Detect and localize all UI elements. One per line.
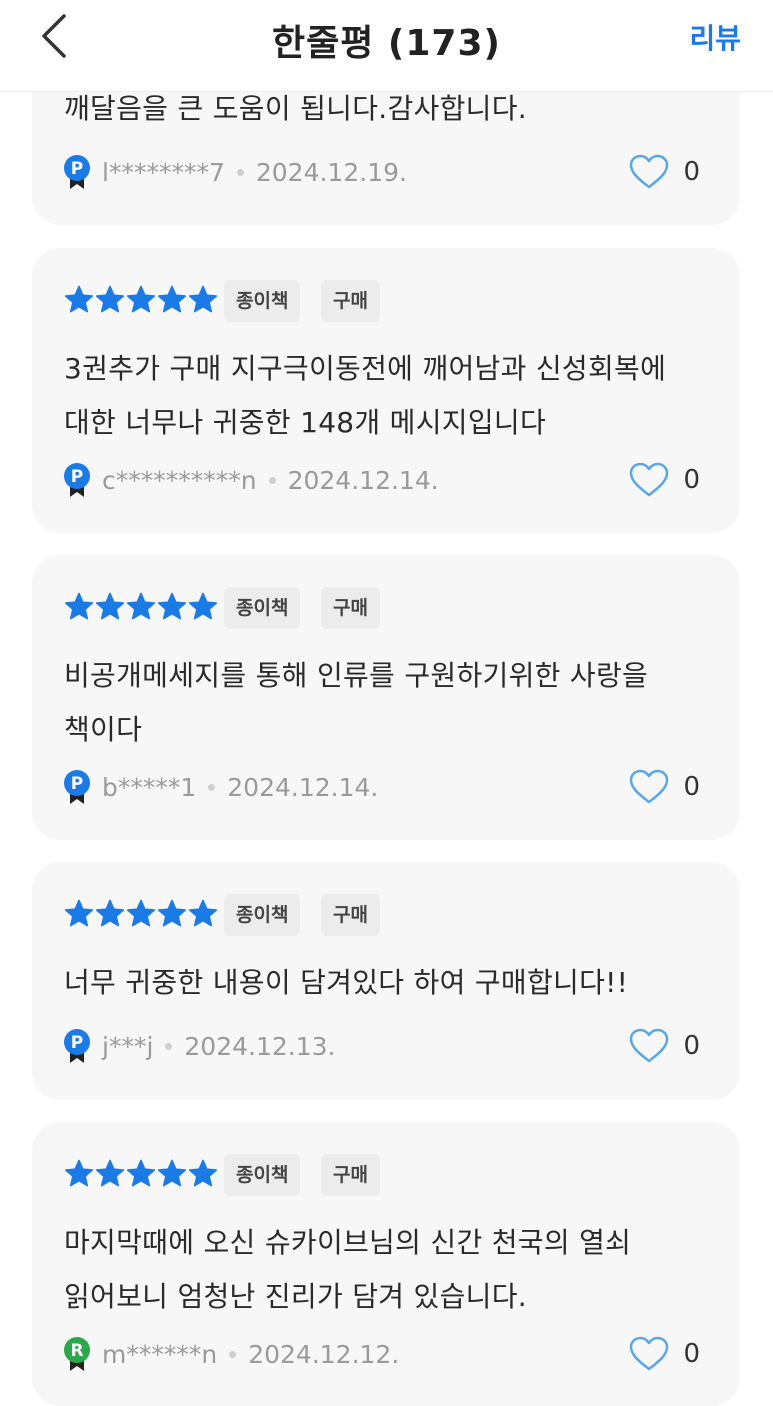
grade-badge-icon: P [64, 463, 90, 497]
like-count: 0 [683, 772, 700, 802]
star-icon [64, 1159, 94, 1187]
grade-badge-icon: P [64, 1029, 90, 1063]
star-icon [95, 285, 125, 313]
star-icon [126, 285, 156, 313]
review-meta: P c**********n 2024.12.14. [62, 462, 439, 498]
star-rating [64, 899, 218, 929]
review-meta: P b*****1 2024.12.14. [62, 769, 378, 805]
separator-dot [229, 1350, 237, 1358]
grade-badge-icon: R [64, 1337, 90, 1371]
separator-dot [165, 1042, 173, 1050]
review-date: 2024.12.14. [227, 772, 379, 802]
star-icon [188, 592, 218, 620]
grade-badge-icon: P [64, 155, 90, 189]
star-rating [64, 285, 218, 315]
review-date: 2024.12.13. [184, 1031, 336, 1061]
reviewer-id: j***j [102, 1031, 154, 1061]
purchase-tag: 구매 [321, 280, 380, 322]
review-tab-link[interactable]: 리뷰 [689, 17, 741, 57]
star-icon [157, 592, 187, 620]
star-icon [64, 899, 94, 927]
reviewer-id: l********7 [102, 157, 225, 187]
like-count: 0 [683, 465, 700, 495]
format-tag: 종이책 [224, 1154, 301, 1196]
star-icon [126, 592, 156, 620]
review-text: 너무 귀중한 내용이 담겨있다 하여 구매합니다!! [64, 966, 629, 999]
grade-badge-icon: P [64, 770, 90, 804]
top-app-bar: 한줄평 (173) 리뷰 [0, 0, 773, 92]
star-icon [95, 1159, 125, 1187]
star-icon [188, 899, 218, 927]
star-icon [157, 285, 187, 313]
like-button[interactable]: 0 [629, 769, 700, 805]
svg-text:P: P [71, 774, 83, 794]
review-text: 3권추가 구매 지구극이동전에 깨어남과 신성회복에 대한 너무나 귀중한 14… [64, 352, 667, 439]
star-icon [188, 1159, 218, 1187]
review-meta: P l********7 2024.12.19. [62, 154, 407, 190]
star-icon [157, 1159, 187, 1187]
svg-text:P: P [71, 1033, 83, 1053]
reviewer-id: b*****1 [102, 772, 197, 802]
format-tag: 종이책 [224, 894, 301, 936]
star-icon [64, 592, 94, 620]
heart-icon [630, 1336, 669, 1371]
purchase-tag: 구매 [321, 1154, 380, 1196]
review-card: 종이책 구매 3권추가 구매 지구극이동전에 깨어남과 신성회복에 대한 너무나… [32, 248, 740, 533]
format-tag: 종이책 [224, 280, 301, 322]
review-date: 2024.12.12. [248, 1339, 400, 1369]
review-date: 2024.12.19. [255, 157, 407, 187]
like-button[interactable]: 0 [629, 462, 700, 498]
heart-icon [630, 154, 669, 189]
star-icon [95, 592, 125, 620]
like-button[interactable]: 0 [629, 1028, 700, 1064]
format-tag: 종이책 [224, 587, 301, 629]
star-icon [157, 899, 187, 927]
star-icon [126, 899, 156, 927]
purchase-tag: 구매 [321, 894, 380, 936]
heart-icon [630, 769, 669, 804]
heart-icon [630, 462, 669, 497]
page-title: 한줄평 (173) [272, 23, 501, 64]
purchase-tag: 구매 [321, 587, 380, 629]
review-meta: P j***j 2024.12.13. [62, 1028, 336, 1064]
review-meta: R m******n 2024.12.12. [62, 1336, 399, 1372]
star-rating [64, 1159, 218, 1189]
review-card: 종이책 구매 비공개메세지를 통해 인류를 구원하기위한 사랑을 책이다 P b… [32, 555, 740, 840]
svg-text:P: P [71, 159, 83, 179]
star-icon [64, 285, 94, 313]
like-count: 0 [683, 1031, 700, 1061]
review-card: 종이책 구매 너무 귀중한 내용이 담겨있다 하여 구매합니다!! P j***… [32, 862, 740, 1100]
svg-text:P: P [71, 467, 83, 487]
review-date: 2024.12.14. [287, 465, 439, 495]
like-button[interactable]: 0 [629, 1336, 700, 1372]
separator-dot [268, 476, 276, 484]
star-rating [64, 592, 218, 622]
star-icon [95, 899, 125, 927]
review-text: 비공개메세지를 통해 인류를 구원하기위한 사랑을 책이다 [64, 659, 649, 746]
reviewer-id: m******n [102, 1339, 218, 1369]
separator-dot [236, 168, 244, 176]
like-count: 0 [683, 1339, 700, 1369]
review-card: 종이책 구매 마지막때에 오신 슈카이브님의 신간 천국의 열쇠 읽어보니 엄청… [32, 1122, 740, 1406]
separator-dot [208, 783, 216, 791]
like-count: 0 [683, 157, 700, 187]
star-icon [188, 285, 218, 313]
heart-icon [630, 1028, 669, 1063]
review-text: 마지막때에 오신 슈카이브님의 신간 천국의 열쇠 읽어보니 엄청난 진리가 담… [64, 1226, 632, 1313]
reviewer-id: c**********n [102, 465, 257, 495]
like-button[interactable]: 0 [629, 154, 700, 190]
svg-text:R: R [70, 1341, 83, 1361]
star-icon [126, 1159, 156, 1187]
